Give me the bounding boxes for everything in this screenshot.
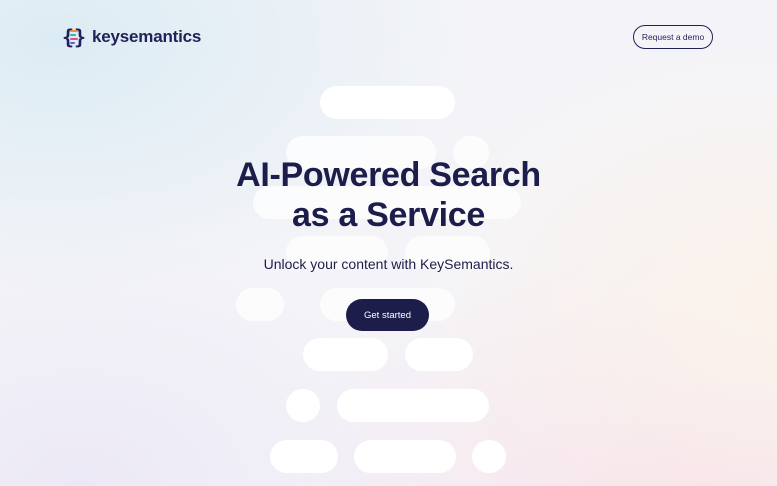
background-pill bbox=[286, 389, 320, 422]
hero-title-line: AI-Powered Search bbox=[236, 156, 541, 194]
hero-subtitle: Unlock your content with KeySemantics. bbox=[263, 256, 514, 272]
logo[interactable]: { } keysemantics bbox=[62, 24, 201, 50]
site-header: { } keysemantics Request a demo bbox=[0, 0, 777, 72]
request-demo-button[interactable]: Request a demo bbox=[633, 25, 713, 49]
background-pill bbox=[337, 389, 489, 422]
hero-title: AI-Powered Search as a Service bbox=[0, 155, 777, 235]
background-pill bbox=[270, 440, 338, 473]
background-pill bbox=[320, 86, 455, 119]
background-pill bbox=[405, 338, 473, 371]
background-pill bbox=[354, 440, 456, 473]
logo-text: keysemantics bbox=[92, 27, 202, 46]
background-pill bbox=[303, 338, 388, 371]
hero-title-line: as a Service bbox=[291, 196, 485, 234]
brace-key-icon: { } bbox=[62, 25, 87, 49]
background-pill bbox=[472, 440, 506, 473]
get-started-button[interactable]: Get started bbox=[346, 299, 429, 331]
background-pill bbox=[236, 288, 284, 321]
